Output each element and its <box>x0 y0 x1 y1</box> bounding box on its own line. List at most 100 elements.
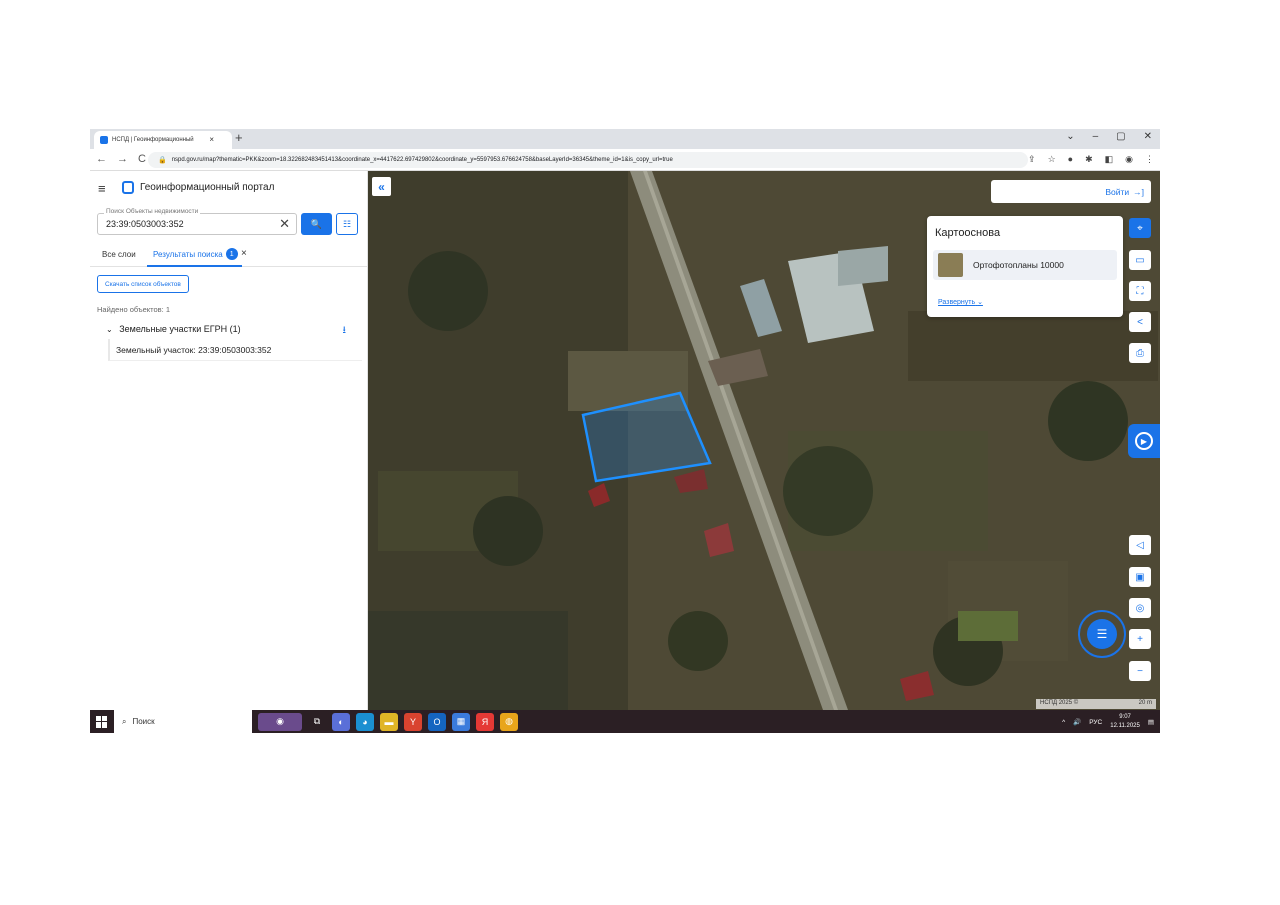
selected-parcel-outline[interactable] <box>581 391 712 483</box>
login-icon: →] <box>1133 186 1144 197</box>
url-field[interactable]: 🔒 nspd.gov.ru/map?thematic=PKK&zoom=18.3… <box>148 152 1028 168</box>
clear-search-icon[interactable]: ✕ <box>279 216 290 232</box>
found-count: Найдено объектов: 1 <box>97 305 171 314</box>
portal-title: Геоинформационный портал <box>140 182 275 193</box>
tab-search-results-label: Результаты поиска <box>153 250 223 259</box>
select-area-tool-button[interactable]: ⛶ <box>1129 281 1151 301</box>
outlook-icon[interactable]: O <box>428 712 446 731</box>
address-bar-row: ← → C 🔒 nspd.gov.ru/map?thematic=PKK&zoo… <box>90 149 1160 171</box>
ruler-icon: ▭ <box>1135 254 1145 266</box>
expand-link[interactable]: Развернуть ⌄ <box>938 298 983 306</box>
back-button[interactable]: ← <box>96 153 107 165</box>
zoom-out-button[interactable]: − <box>1129 661 1151 681</box>
map-scale-bar: НСПД 2025 © 20 m <box>1036 699 1156 709</box>
panel-tabs: Все слои Результаты поиска 1 × <box>90 243 368 267</box>
yandex-icon[interactable]: Я <box>476 712 494 731</box>
browser-menu-icon[interactable]: ⋮ <box>1145 154 1154 165</box>
search-icon: ⌕ <box>122 716 127 726</box>
tray-arrow-icon[interactable]: ^ <box>1062 719 1065 726</box>
share-tool-button[interactable]: < <box>1129 312 1151 332</box>
bookmark-star-icon[interactable]: ☆ <box>1048 154 1056 165</box>
windows-taskbar: ⌕ Поиск ◉ ⧉ ◐ ◕ ▬ Y O ▦ Я ◍ ^ 🔊 РУС 9:07… <box>90 710 1160 733</box>
taskbar-search-placeholder: Поиск <box>132 717 155 726</box>
language-indicator[interactable]: РУС <box>1089 719 1102 726</box>
search-input[interactable]: Поиск Объекты недвижимости 23:39:0503003… <box>97 208 297 235</box>
taskbar-search-input[interactable]: ⌕ Поиск <box>114 710 252 733</box>
geolocation-icon: ◎ <box>1135 602 1145 614</box>
chrome-icon[interactable]: ◍ <box>500 712 518 731</box>
results-count-badge: 1 <box>225 248 238 260</box>
windows-start-icon[interactable] <box>96 715 108 728</box>
minimap-button[interactable]: ▣ <box>1129 567 1151 587</box>
download-icon[interactable]: ⭳ <box>343 323 347 340</box>
sound-icon[interactable]: 🔊 <box>1073 718 1081 726</box>
print-tool-button[interactable]: ⎙ <box>1129 343 1151 363</box>
tab-close-icon[interactable]: × <box>209 135 214 144</box>
filter-icon: ☷ <box>342 218 352 229</box>
basemap-option-label: Ортофотопланы 10000 <box>973 260 1064 270</box>
clock-time: 9:07 <box>1119 714 1131 720</box>
tab-all-layers[interactable]: Все слои <box>102 250 136 259</box>
menu-icon[interactable]: ≡ <box>98 181 106 196</box>
close-window-button[interactable]: ✕ <box>1144 131 1152 142</box>
clock[interactable]: 9:07 12.11.2025 <box>1110 713 1140 731</box>
locate-button[interactable]: ◁ <box>1129 535 1151 555</box>
plus-icon: + <box>1137 633 1143 645</box>
side-info-button[interactable]: ▶ <box>1128 424 1160 458</box>
collapse-panel-button[interactable]: « <box>372 177 391 196</box>
basemap-popup: Картооснова Ортофотопланы 10000 Разверну… <box>927 216 1123 317</box>
close-results-icon[interactable]: × <box>241 248 247 259</box>
ruler-tool-button[interactable]: ▭ <box>1129 250 1151 270</box>
photos-icon[interactable]: ▦ <box>452 712 470 731</box>
notifications-icon[interactable]: ▤ <box>1148 718 1154 726</box>
login-button[interactable]: Войти →] <box>991 180 1151 203</box>
expand-label: Развернуть <box>938 299 976 306</box>
system-tray: ^ 🔊 РУС 9:07 12.11.2025 ▤ <box>1062 713 1154 731</box>
result-item[interactable]: Земельный участок: 23:39:0503003:352 <box>108 339 362 361</box>
orthophoto-thumbnail <box>938 253 963 277</box>
filter-button[interactable]: ☷ <box>336 213 358 235</box>
chat-icon: ☰ <box>1087 619 1117 649</box>
reload-button[interactable]: C <box>138 153 146 165</box>
search-button[interactable]: 🔍 <box>301 213 332 235</box>
clock-date: 12.11.2025 <box>1110 723 1140 729</box>
result-group-label: Земельные участки ЕГРН (1) <box>119 324 241 334</box>
basemap-option[interactable]: Ортофотопланы 10000 <box>933 250 1117 280</box>
copyright-text: НСПД 2025 © <box>1040 700 1079 706</box>
result-group[interactable]: ⌄ Земельные участки ЕГРН (1) ⭳ <box>106 324 356 336</box>
zoom-in-button[interactable]: + <box>1129 629 1151 649</box>
info-play-icon: ▶ <box>1135 432 1153 450</box>
file-explorer-icon[interactable]: ▬ <box>380 712 398 731</box>
forward-button[interactable]: → <box>117 153 128 165</box>
maximize-button[interactable]: ▢ <box>1116 131 1125 142</box>
scale-text: 20 m <box>1138 700 1152 706</box>
browser-tab[interactable]: НСПД | Геоинформационный × <box>94 131 232 149</box>
tab-search-results[interactable]: Результаты поиска 1 <box>147 243 242 267</box>
share-icon[interactable]: ⇪ <box>1028 154 1036 165</box>
extension-icon[interactable]: ● <box>1068 154 1073 165</box>
edge-icon[interactable]: ◕ <box>356 712 374 731</box>
puzzle-icon[interactable]: ✱ <box>1085 154 1093 165</box>
widgets-icon[interactable]: ◉ <box>258 712 302 731</box>
chat-button[interactable]: ☰ <box>1078 610 1126 658</box>
new-tab-button[interactable]: + <box>235 130 243 145</box>
portal-logo-icon <box>122 181 134 194</box>
lock-icon: 🔒 <box>158 157 167 164</box>
profile-icon[interactable]: ◉ <box>1125 154 1133 165</box>
print-icon: ⎙ <box>1136 347 1144 359</box>
yandex-browser-icon[interactable]: Y <box>404 712 422 731</box>
login-label: Войти <box>1105 186 1130 197</box>
geolocation-button[interactable]: ◎ <box>1129 598 1151 618</box>
minimize-button[interactable]: – <box>1093 131 1099 142</box>
map-view[interactable]: « Войти →] Картооснова Ортофотопланы 100… <box>368 171 1160 710</box>
layers-tool-button[interactable]: ⌖ <box>1129 218 1151 238</box>
app-icon[interactable]: ◐ <box>332 712 350 731</box>
download-list-button[interactable]: Скачать список объектов <box>97 275 189 293</box>
tab-search-icon[interactable]: ⌄ <box>1066 131 1074 142</box>
sidebar-icon[interactable]: ◧ <box>1105 154 1114 165</box>
layers-icon: ⌖ <box>1137 222 1143 234</box>
navigation-arrow-icon: ◁ <box>1136 539 1144 551</box>
select-area-icon: ⛶ <box>1136 285 1144 297</box>
basemap-title: Картооснова <box>935 227 1001 239</box>
task-view-icon[interactable]: ⧉ <box>308 713 326 731</box>
